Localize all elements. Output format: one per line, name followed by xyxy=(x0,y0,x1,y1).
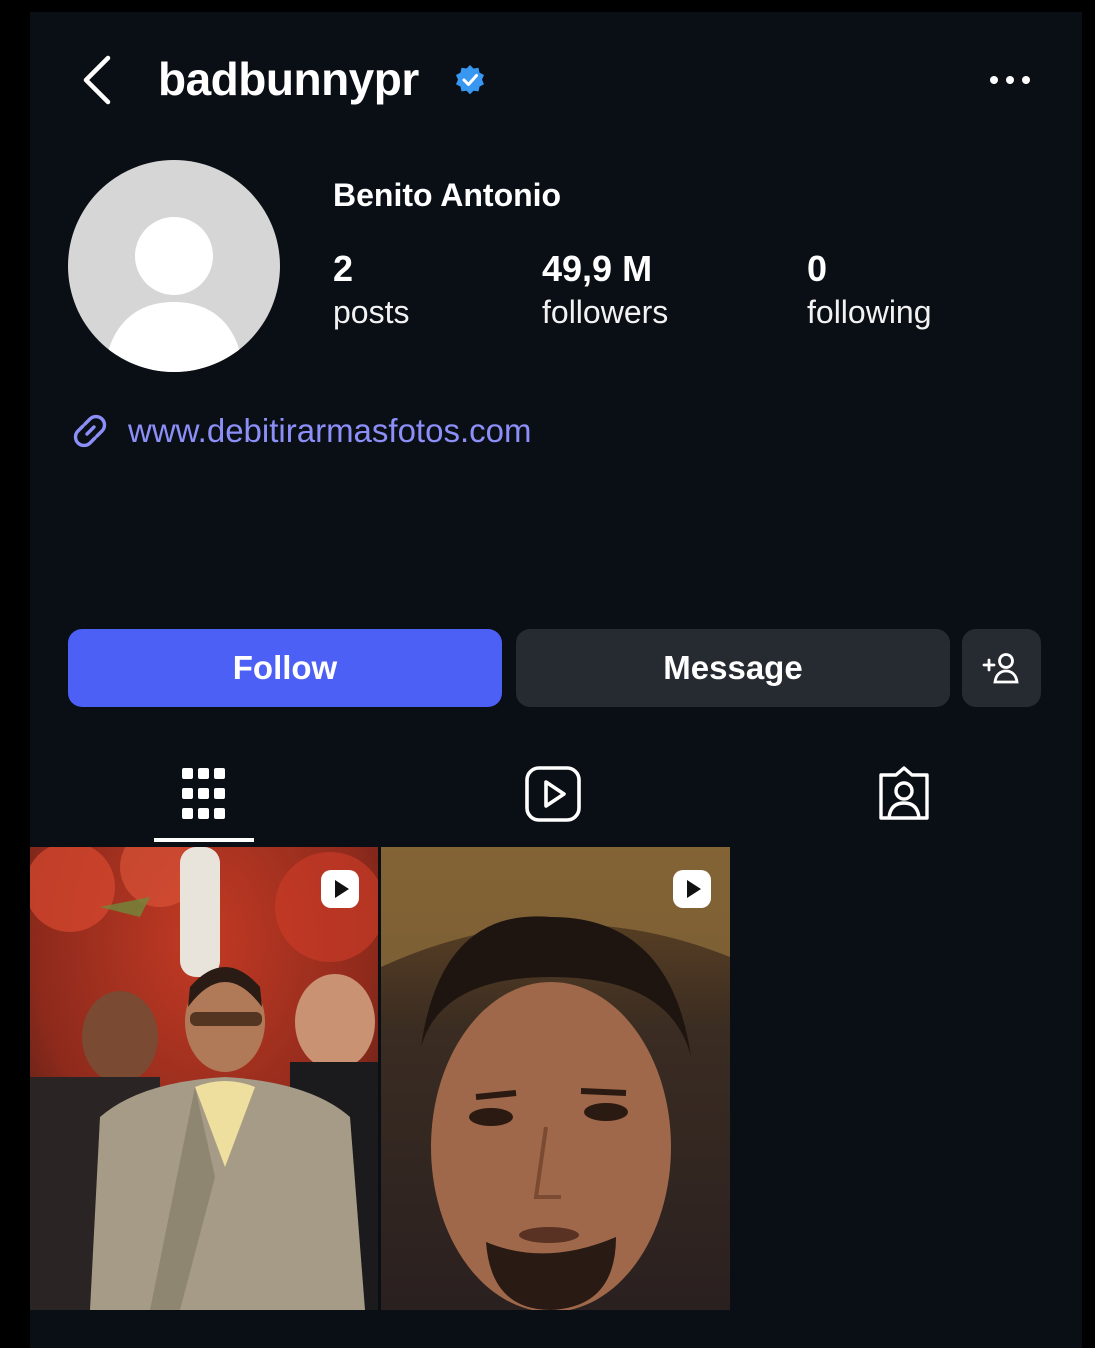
post-photo-portrait xyxy=(381,847,730,1310)
reel-play-icon xyxy=(673,870,711,908)
add-person-icon xyxy=(982,653,1019,684)
follow-button[interactable]: Follow xyxy=(68,629,502,707)
verified-badge-icon xyxy=(456,65,484,95)
tagged-icon xyxy=(879,766,929,820)
profile-username: badbunnypr xyxy=(158,53,419,105)
default-avatar-icon xyxy=(104,217,244,372)
stat-posts[interactable]: 2 posts xyxy=(333,248,409,334)
grid-icon xyxy=(182,768,225,819)
profile-avatar[interactable] xyxy=(68,160,280,372)
profile-display-name: Benito Antonio xyxy=(333,177,562,213)
tab-reels[interactable] xyxy=(513,754,593,834)
stat-posts-label: posts xyxy=(333,294,410,330)
more-options-icon[interactable] xyxy=(988,70,1032,90)
stat-followers[interactable]: 49,9 M followers xyxy=(542,248,668,334)
link-icon xyxy=(73,414,107,448)
suggested-accounts-button[interactable] xyxy=(962,629,1041,707)
post-thumbnail-1[interactable] xyxy=(30,847,378,1310)
selected-tab-indicator xyxy=(154,838,254,842)
reel-play-icon xyxy=(321,870,359,908)
tab-posts-grid[interactable] xyxy=(164,754,244,834)
post-thumbnail-2[interactable] xyxy=(381,847,730,1310)
profile-website-text: www.debitirarmasfotos.com xyxy=(128,412,532,449)
stat-following-count: 0 xyxy=(807,248,828,289)
profile-screen: badbunnypr Benito Antonio 2 posts 49,9 M… xyxy=(30,12,1082,1348)
back-chevron-icon[interactable] xyxy=(78,54,118,106)
stat-following-label: following xyxy=(807,294,932,330)
profile-website-link[interactable]: www.debitirarmasfotos.com xyxy=(68,408,531,454)
tab-tagged[interactable] xyxy=(864,754,944,834)
stat-followers-label: followers xyxy=(542,294,669,330)
post-photo-celebration xyxy=(30,847,378,1310)
message-button[interactable]: Message xyxy=(516,629,950,707)
stat-posts-count: 2 xyxy=(333,248,354,289)
stat-followers-count: 49,9 M xyxy=(542,248,653,289)
stat-following[interactable]: 0 following xyxy=(807,248,932,334)
reels-icon xyxy=(525,766,581,822)
